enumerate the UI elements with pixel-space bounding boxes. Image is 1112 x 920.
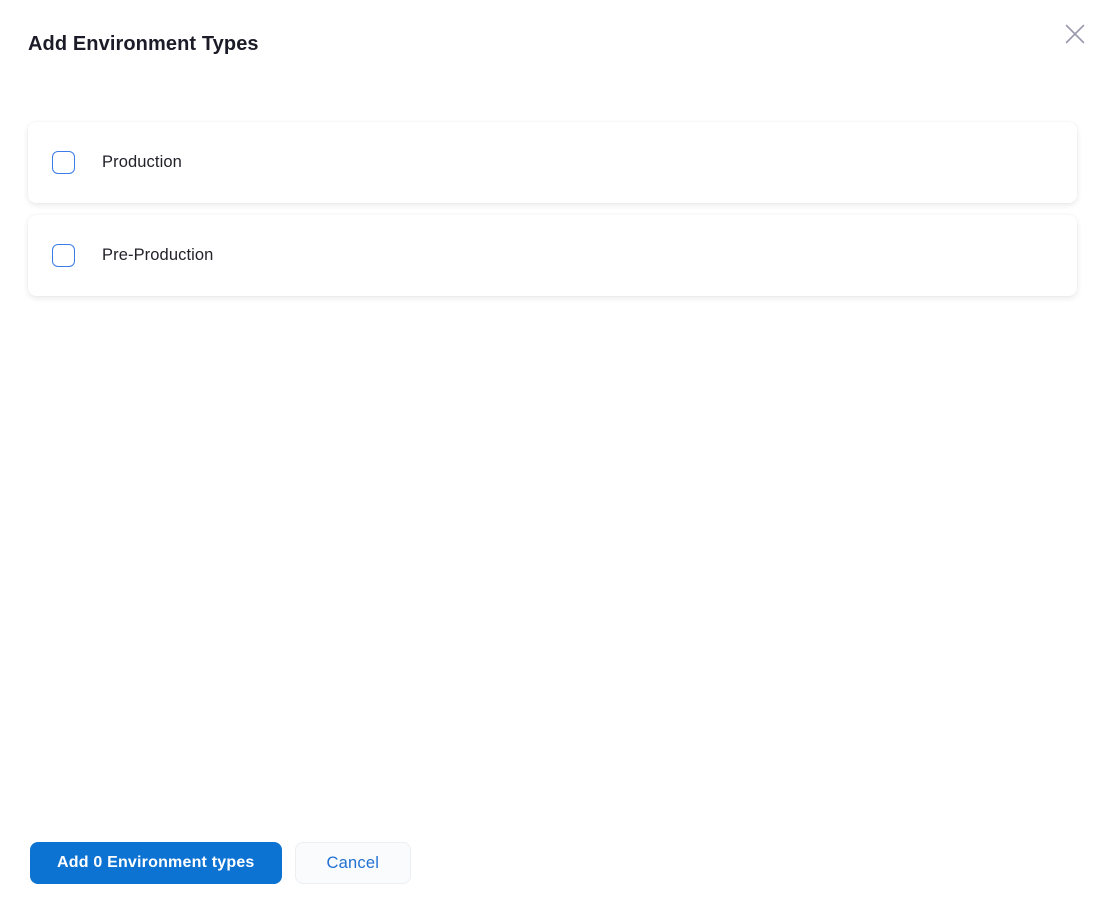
env-row-production[interactable]: Production bbox=[28, 122, 1077, 203]
environment-type-list: Production Pre-Production bbox=[28, 122, 1077, 296]
production-checkbox[interactable] bbox=[52, 151, 75, 174]
env-row-pre-production[interactable]: Pre-Production bbox=[28, 215, 1077, 296]
env-row-label: Pre-Production bbox=[102, 246, 213, 265]
add-environment-types-dialog: Add Environment Types Production Pre-Pro… bbox=[0, 0, 1112, 920]
close-button[interactable] bbox=[1059, 18, 1091, 50]
dialog-footer: Add 0 Environment types Cancel bbox=[30, 842, 411, 884]
cancel-button[interactable]: Cancel bbox=[295, 842, 412, 884]
dialog-title: Add Environment Types bbox=[28, 33, 259, 56]
pre-production-checkbox[interactable] bbox=[52, 244, 75, 267]
env-row-label: Production bbox=[102, 153, 182, 172]
x-close-icon bbox=[1062, 21, 1088, 47]
add-environment-types-button[interactable]: Add 0 Environment types bbox=[30, 842, 282, 884]
